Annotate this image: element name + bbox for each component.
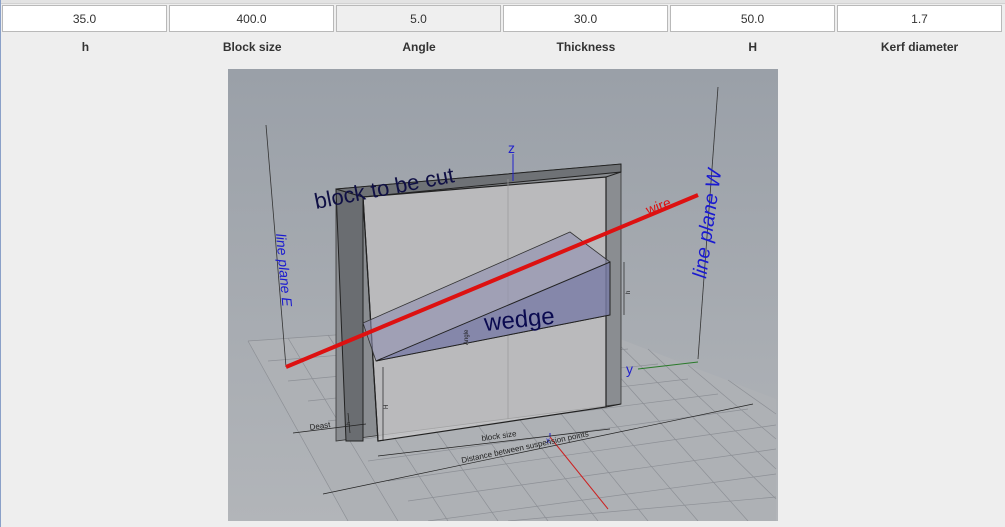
angle-label: Angle: [402, 40, 436, 54]
block-size-input[interactable]: 400.0: [169, 5, 334, 32]
H-dimension-text: H: [384, 405, 390, 409]
h-dimension-text: h: [626, 291, 632, 294]
block-size-label: Block size: [222, 40, 282, 54]
H-label: H: [748, 40, 758, 54]
kerf-diameter-label: Kerf diameter: [880, 40, 959, 54]
h-label: h: [81, 40, 90, 54]
wire-cut-diagram: line plane E line plane W wedge Angle bl…: [228, 69, 778, 521]
top-border: [0, 0, 1005, 4]
parameter-inputs-row: 35.0 400.0 5.0 30.0 50.0 1.7: [2, 5, 1003, 33]
z-axis-label: z: [508, 140, 515, 156]
parameter-labels-row: h Block size Angle Thickness H Kerf diam…: [2, 40, 1003, 60]
h-small-dimension-text: h: [346, 422, 352, 425]
angle-annotation: Angle: [464, 329, 470, 345]
h-input[interactable]: 35.0: [2, 5, 167, 32]
thickness-label: Thickness: [556, 40, 616, 54]
left-border: [0, 0, 1, 527]
angle-input[interactable]: 5.0: [336, 5, 501, 32]
y-axis-label: y: [626, 361, 633, 377]
kerf-diameter-input[interactable]: 1.7: [837, 5, 1002, 32]
thickness-input[interactable]: 30.0: [503, 5, 668, 32]
H-input[interactable]: 50.0: [670, 5, 835, 32]
